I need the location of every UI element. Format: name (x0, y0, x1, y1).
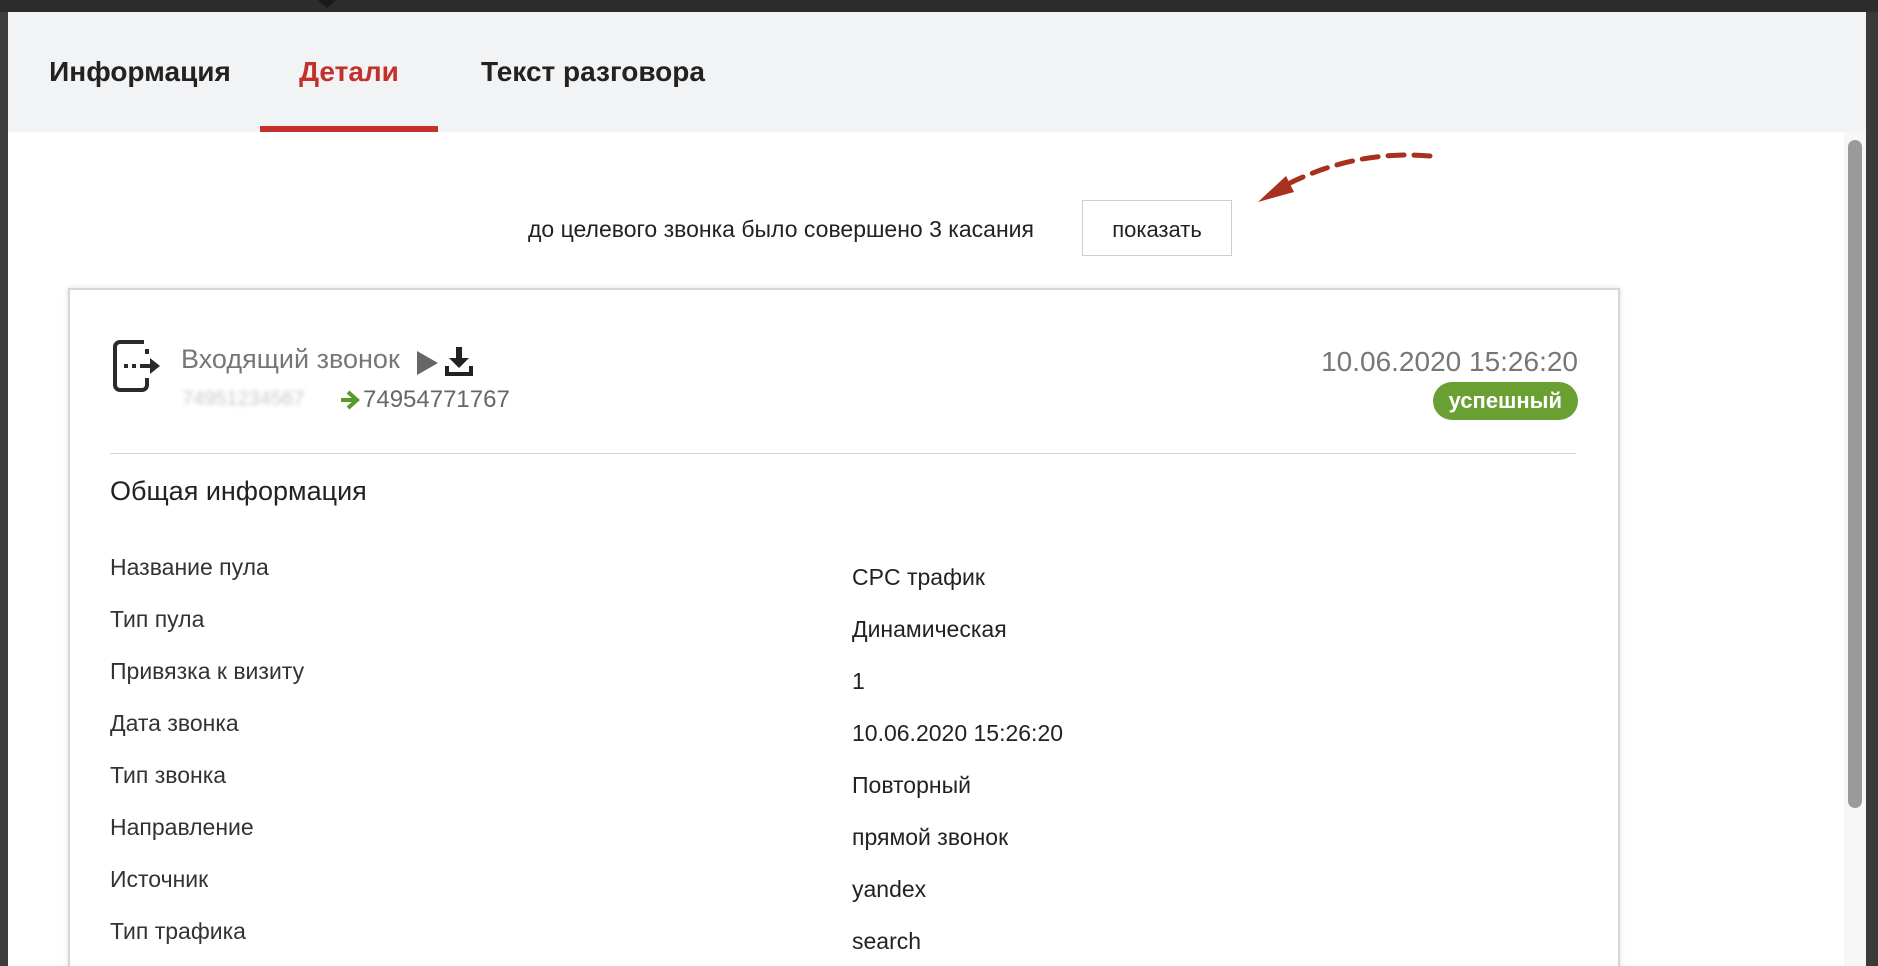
download-icon[interactable] (445, 346, 473, 376)
dashed-arrow-icon (1258, 152, 1433, 202)
info-label-pool-type: Тип пула (110, 606, 205, 632)
info-value-pool-type: Динамическая (852, 616, 1007, 642)
tab-conversation-text[interactable]: Текст разговора (478, 12, 708, 132)
info-value-traffic-type: search (852, 928, 922, 954)
active-tab-underline (260, 126, 438, 132)
show-touches-button[interactable]: показать (1082, 200, 1232, 256)
info-label-call-date: Дата звонка (110, 710, 239, 736)
touches-info-text: до целевого звонка было совершено 3 каса… (528, 216, 1034, 242)
info-label-direction: Направление (110, 814, 254, 840)
tab-information[interactable]: Информация (48, 12, 232, 132)
section-title: Общая информация (110, 476, 367, 506)
divider (110, 453, 1576, 454)
info-value-call-type: Повторный (852, 772, 971, 798)
destination-number: 74954771767 (363, 386, 510, 413)
status-badge: успешный (1432, 382, 1578, 420)
info-label-source: Источник (110, 866, 209, 892)
info-value-source: yandex (852, 876, 927, 902)
tab-bar: Информация Детали Текст разговора (8, 12, 1866, 132)
info-value-visit-binding: 1 (852, 668, 865, 694)
play-icon[interactable] (415, 350, 439, 376)
call-details-modal: Информация Детали Текст разговора до цел… (8, 12, 1866, 966)
info-value-direction: прямой звонок (852, 824, 1009, 850)
tab-details[interactable]: Детали (260, 12, 438, 132)
info-label-visit-binding: Привязка к визиту (110, 658, 305, 684)
info-value-call-date: 10.06.2020 15:26:20 (852, 720, 1064, 746)
background-strip-top (0, 0, 1878, 12)
call-outgoing-phone-icon (113, 340, 160, 392)
info-label-pool-name: Название пула (110, 554, 269, 580)
info-value-pool-name: CPC трафик (852, 564, 985, 590)
info-label-call-type: Тип звонка (110, 762, 227, 788)
call-card: Входящий звонок 74951234567 74954771767 … (68, 288, 1620, 966)
scrollbar-thumb[interactable] (1848, 140, 1862, 808)
background-strip-left (0, 0, 8, 966)
info-label-traffic-type: Тип трафика (110, 918, 246, 944)
caller-number-masked: 74951234567 (182, 388, 305, 410)
arrow-right-icon (341, 390, 360, 410)
call-datetime: 10.06.2020 15:26:20 (1321, 346, 1578, 377)
call-type-title: Входящий звонок (181, 344, 400, 374)
